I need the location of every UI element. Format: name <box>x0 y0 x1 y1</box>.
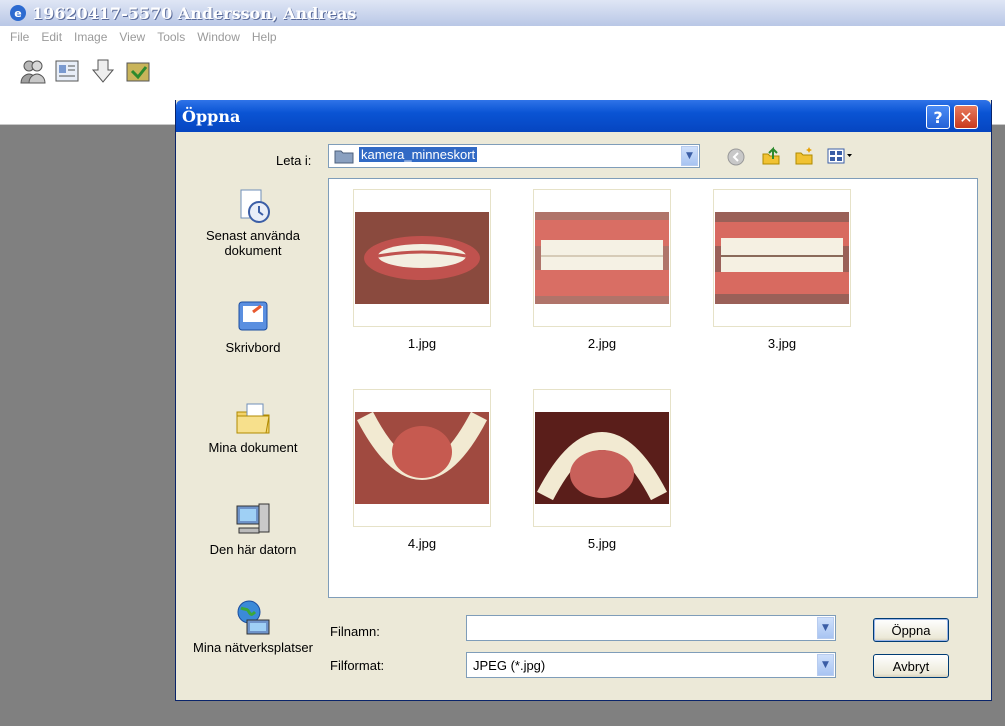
open-dialog: Öppna ? ✕ Leta i: kamera_minneskort ▼ Se… <box>175 100 992 701</box>
look-in-combo[interactable]: kamera_minneskort ▼ <box>328 144 700 168</box>
places-bar: Senast använda dokument Skrivbord Mina d… <box>191 178 315 692</box>
chevron-down-icon[interactable]: ▼ <box>817 654 834 676</box>
network-places-icon <box>237 600 270 635</box>
app-title-bar[interactable]: e 19620417-5570 Andersson, Andreas <box>0 0 1005 26</box>
recent-documents-icon <box>240 189 270 223</box>
file-name: 5.jpg <box>587 536 617 551</box>
chevron-down-icon[interactable]: ▼ <box>681 146 698 166</box>
menu-edit[interactable]: Edit <box>41 30 62 44</box>
menu-file[interactable]: File <box>10 30 29 44</box>
app-title: 19620417-5570 Andersson, Andreas <box>32 3 357 23</box>
application-window: e 19620417-5570 Andersson, Andreas File … <box>0 0 1005 726</box>
dialog-title: Öppna <box>182 106 241 126</box>
close-button[interactable]: ✕ <box>954 105 978 129</box>
new-folder-icon[interactable] <box>794 146 814 166</box>
file-name: 2.jpg <box>587 336 617 351</box>
place-my-computer[interactable]: Den här datorn <box>191 500 315 557</box>
chevron-down-icon[interactable]: ▼ <box>817 617 834 639</box>
place-label: Mina dokument <box>208 440 298 455</box>
app-logo-icon: e <box>10 5 26 21</box>
place-label: Skrivbord <box>225 340 281 355</box>
filetype-value: JPEG (*.jpg) <box>473 658 546 673</box>
file-name: 4.jpg <box>407 536 437 551</box>
thumbnail-image <box>355 212 489 304</box>
thumbnail-image <box>715 212 849 304</box>
menu-view[interactable]: View <box>119 30 145 44</box>
file-thumbnail[interactable] <box>353 189 491 327</box>
menu-tools[interactable]: Tools <box>157 30 185 44</box>
file-thumbnail[interactable] <box>533 389 671 527</box>
import-icon[interactable] <box>88 54 118 88</box>
menu-bar: File Edit Image View Tools Window Help <box>0 26 1005 48</box>
place-label: Senast använda dokument <box>206 228 300 258</box>
filename-field[interactable]: ▼ <box>466 615 836 641</box>
filetype-select[interactable]: JPEG (*.jpg) ▼ <box>466 652 836 678</box>
patients-icon[interactable] <box>18 54 48 88</box>
file-thumbnail[interactable] <box>713 189 851 327</box>
file-list-view[interactable]: 1.jpg 2.jpg 3.jpg 4.jpg 5.jpg <box>328 178 978 598</box>
file-name: 3.jpg <box>767 336 797 351</box>
place-desktop[interactable]: Skrivbord <box>191 298 315 355</box>
help-button[interactable]: ? <box>926 105 950 129</box>
filetype-label: Filformat: <box>330 658 385 673</box>
thumbnail-image <box>355 411 489 504</box>
my-documents-icon <box>236 403 270 434</box>
open-folder-icon[interactable] <box>123 54 153 88</box>
place-my-documents[interactable]: Mina dokument <box>191 398 315 455</box>
back-icon[interactable] <box>727 148 745 166</box>
thumbnail-image <box>535 412 669 504</box>
file-thumbnail[interactable] <box>353 389 491 527</box>
thumbnail-image <box>535 212 669 304</box>
desktop-icon <box>238 301 268 331</box>
menu-image[interactable]: Image <box>74 30 107 44</box>
open-button[interactable]: Öppna <box>873 618 949 642</box>
patient-card-icon[interactable] <box>52 54 82 88</box>
place-label: Mina nätverksplatser <box>193 640 313 655</box>
dialog-title-bar[interactable]: Öppna ? ✕ <box>176 100 991 132</box>
file-thumbnail[interactable] <box>533 189 671 327</box>
view-menu-icon[interactable] <box>826 146 854 166</box>
menu-window[interactable]: Window <box>197 30 240 44</box>
place-recent-documents[interactable]: Senast använda dokument <box>191 186 315 258</box>
filename-label: Filnamn: <box>330 624 380 639</box>
up-one-level-icon[interactable] <box>761 146 781 166</box>
folder-icon <box>334 148 354 164</box>
file-name: 1.jpg <box>407 336 437 351</box>
cancel-button[interactable]: Avbryt <box>873 654 949 678</box>
my-computer-icon <box>236 503 270 534</box>
look-in-label: Leta i: <box>276 153 312 168</box>
place-network[interactable]: Mina nätverksplatser <box>191 598 315 655</box>
menu-help[interactable]: Help <box>252 30 277 44</box>
place-label: Den här datorn <box>209 542 297 557</box>
look-in-value: kamera_minneskort <box>359 147 478 162</box>
